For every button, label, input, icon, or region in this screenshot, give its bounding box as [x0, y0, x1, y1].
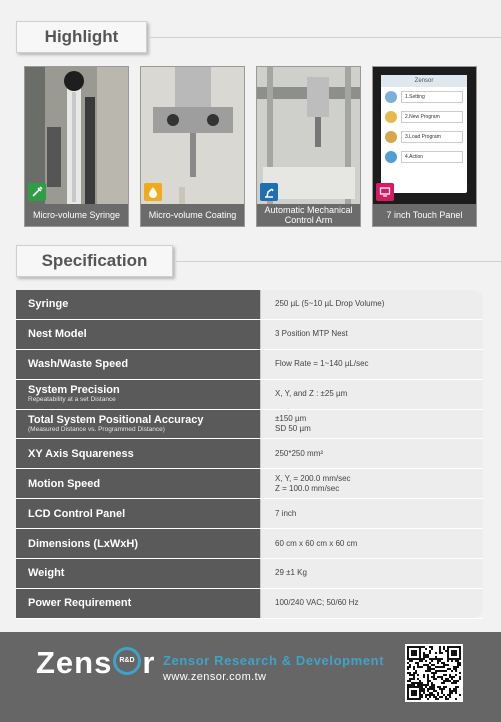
- spec-value: 250 µL (5~10 µL Drop Volume): [260, 290, 483, 320]
- highlight-photo-arm: Automatic Mechanical Control Arm: [256, 66, 361, 227]
- spec-value: ±150 µm SD 50 µm: [260, 409, 483, 440]
- spec-row: Total System Positional Accuracy (Measure…: [16, 409, 483, 440]
- spec-row: Syringe 250 µL (5~10 µL Drop Volume): [16, 290, 483, 320]
- highlight-photo-touch-panel: Zensor 1.Setting 2.New Program 3.Load Pr…: [372, 66, 477, 227]
- company-url[interactable]: www.zensor.com.tw: [163, 671, 266, 683]
- spec-value: 3 Position MTP Nest: [260, 319, 483, 350]
- spec-label: Dimensions (LxWxH): [16, 528, 261, 560]
- highlight-caption: Micro-volume Coating: [141, 204, 244, 226]
- heading-divider: [150, 37, 501, 38]
- touch-panel-menu-item: 3.Load Program: [385, 131, 463, 143]
- logo-ring-icon: R&D: [113, 647, 142, 675]
- settings-icon: [385, 91, 397, 103]
- spec-value: 250*250 mm²: [260, 438, 483, 470]
- spec-value: 100/240 VAC; 50/60 Hz: [260, 588, 483, 619]
- spec-row: Wash/Waste Speed Flow Rate = 1~140 µL/sec: [16, 349, 483, 380]
- spec-value: 29 ±1 Kg: [260, 558, 483, 589]
- load-program-icon: [385, 131, 397, 143]
- qr-code-icon: [405, 644, 463, 702]
- spec-label: Nest Model: [16, 319, 261, 350]
- footer: Zens R&D r Zensor Research & Development w…: [0, 632, 501, 722]
- action-icon: [385, 151, 397, 163]
- arm-photo: [257, 67, 360, 226]
- spec-row: Weight 29 ±1 Kg: [16, 558, 483, 589]
- spec-row: Nest Model 3 Position MTP Nest: [16, 319, 483, 350]
- highlight-photo-coating: Micro-volume Coating: [140, 66, 245, 227]
- spec-row: XY Axis Squareness 250*250 mm²: [16, 438, 483, 470]
- robot-arm-icon: [260, 183, 278, 201]
- company-name: Zensor Research & Development: [163, 653, 385, 668]
- spec-label: XY Axis Squareness: [16, 438, 261, 470]
- highlight-gallery: Micro-volume Syringe Micro-volume Coatin…: [24, 66, 479, 227]
- highlight-heading: Highlight: [16, 21, 147, 53]
- touch-panel-menu-item: 1.Setting: [385, 91, 463, 103]
- highlight-caption: Micro-volume Syringe: [25, 204, 128, 226]
- spec-value: 60 cm x 60 cm x 60 cm: [260, 528, 483, 560]
- spec-label: Power Requirement: [16, 588, 261, 619]
- spec-value: X, Y, = 200.0 mm/sec Z = 100.0 mm/sec: [260, 468, 483, 500]
- company-logo: Zens R&D r: [36, 645, 156, 680]
- spec-label: Syringe: [16, 290, 261, 320]
- spec-label: LCD Control Panel: [16, 498, 261, 530]
- spec-row: Motion Speed X, Y, = 200.0 mm/sec Z = 100.…: [16, 468, 483, 500]
- new-program-icon: [385, 111, 397, 123]
- spec-label-note: (Measured Distance vs. Programmed Distan…: [28, 426, 165, 433]
- spec-label-note: Repeatability at a set Distance: [28, 396, 116, 404]
- coating-photo: [141, 67, 244, 226]
- spec-label: Wash/Waste Speed: [16, 349, 261, 380]
- spec-row: Power Requirement 100/240 VAC; 50/60 Hz: [16, 588, 483, 619]
- spec-value: X, Y, and Z : ±25 µm: [260, 379, 483, 410]
- touch-panel-menu-item: 4.Action: [385, 151, 463, 163]
- spec-value: Flow Rate = 1~140 µL/sec: [260, 349, 483, 380]
- highlight-photo-syringe: Micro-volume Syringe: [24, 66, 129, 227]
- spec-row: Dimensions (LxWxH) 60 cm x 60 cm x 60 cm: [16, 528, 483, 560]
- touch-panel-menu-item: 2.New Program: [385, 111, 463, 123]
- spec-row: LCD Control Panel 7 inch: [16, 498, 483, 530]
- highlight-caption: 7 inch Touch Panel: [373, 204, 476, 226]
- spec-label: Motion Speed: [16, 468, 261, 500]
- spec-label: Weight: [16, 558, 261, 589]
- syringe-photo: [25, 67, 128, 226]
- spec-label: System Precision Repeatability at a set D…: [16, 379, 261, 410]
- specification-heading: Specification: [16, 245, 173, 277]
- drop-icon: [144, 183, 162, 201]
- heading-divider: [176, 261, 501, 262]
- touch-panel-title: Zensor: [381, 75, 467, 87]
- touch-panel-icon: [376, 183, 394, 201]
- spec-label: Total System Positional Accuracy (Measure…: [16, 409, 261, 440]
- spec-value: 7 inch: [260, 498, 483, 530]
- spec-row: System Precision Repeatability at a set D…: [16, 379, 483, 410]
- highlight-caption: Automatic Mechanical Control Arm: [257, 204, 360, 226]
- syringe-icon: [28, 183, 46, 201]
- touch-panel-screen: Zensor 1.Setting 2.New Program 3.Load Pr…: [381, 75, 467, 193]
- spec-table: Syringe 250 µL (5~10 µL Drop Volume) Nest …: [16, 290, 483, 619]
